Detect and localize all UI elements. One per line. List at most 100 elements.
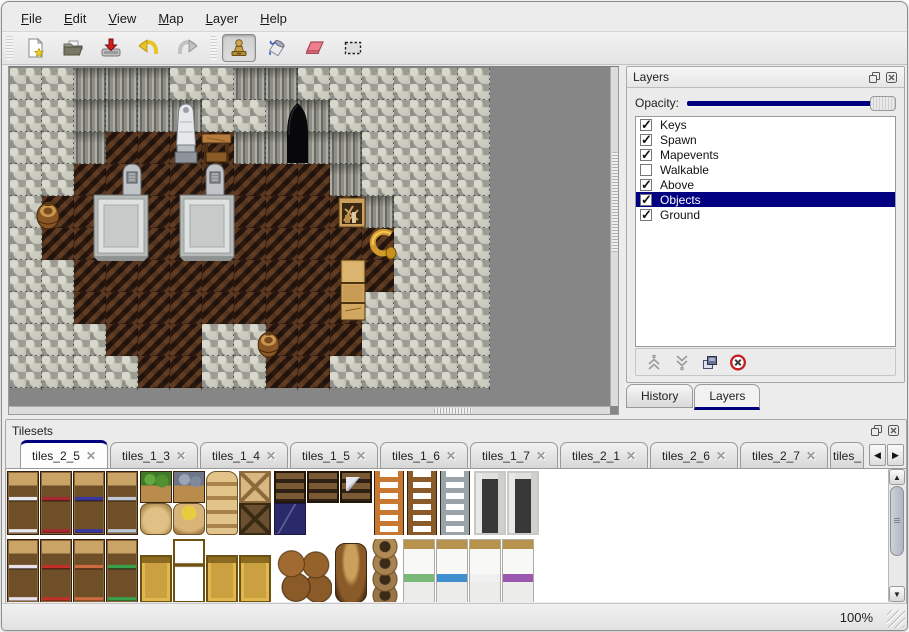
float-panel-icon[interactable] (868, 71, 881, 84)
map-tile[interactable] (330, 324, 362, 356)
tileset-tile-shelf[interactable] (40, 471, 72, 535)
tileset-tile-sack-open[interactable] (173, 503, 205, 535)
redo-button[interactable] (170, 34, 204, 62)
tileset-tile-crate-metal[interactable] (340, 471, 372, 503)
tileset-tab-tiles_1_5[interactable]: tiles_1_5✕ (290, 442, 378, 468)
map-tile[interactable] (202, 292, 234, 324)
dock-tab-history[interactable]: History (626, 384, 693, 408)
marquee-tool-button[interactable] (336, 34, 370, 62)
undo-button[interactable] (132, 34, 166, 62)
map-tile[interactable] (10, 164, 42, 196)
map-tile[interactable] (74, 292, 106, 324)
layer-visibility-checkbox[interactable] (640, 179, 652, 191)
map-tile[interactable] (202, 100, 234, 132)
close-tab-icon[interactable]: ✕ (536, 449, 546, 463)
map-horizontal-scroll-thumb[interactable] (434, 408, 472, 414)
map-tile[interactable] (106, 356, 138, 388)
layer-row-above[interactable]: Above (636, 177, 895, 192)
menu-file[interactable]: File (10, 7, 53, 30)
map-tile[interactable] (330, 164, 362, 196)
map-tile[interactable] (106, 324, 138, 356)
close-panel-icon[interactable] (887, 424, 900, 437)
tileset-tile-crate-dark[interactable] (274, 471, 306, 503)
map-tile[interactable] (266, 196, 298, 228)
map-tile[interactable] (106, 132, 138, 164)
map-tile[interactable] (426, 68, 458, 100)
map-tile[interactable] (170, 324, 202, 356)
toolbar-drag-handle[interactable] (210, 36, 217, 60)
map-tile[interactable] (42, 68, 74, 100)
fill-tool-button[interactable] (260, 34, 294, 62)
grave-map-object[interactable] (203, 162, 227, 196)
map-tile[interactable] (394, 324, 426, 356)
close-tab-icon[interactable]: ✕ (266, 449, 276, 463)
map-vertical-scroll-thumb[interactable] (612, 152, 618, 252)
scroll-tabs-left-button[interactable]: ◀ (869, 444, 886, 466)
float-panel-icon[interactable] (870, 424, 883, 437)
tileset-tile-gate[interactable] (507, 471, 539, 535)
map-tile[interactable] (330, 132, 362, 164)
tileset-tile-stand-fish[interactable] (173, 471, 205, 503)
map-tile[interactable] (234, 196, 266, 228)
new-file-button[interactable] (18, 34, 52, 62)
map-tile[interactable] (138, 292, 170, 324)
open-file-button[interactable] (56, 34, 90, 62)
tileset-tile-navy[interactable] (274, 503, 306, 535)
eraser-tool-button[interactable] (298, 34, 332, 62)
tileset-vertical-scrollbar[interactable]: ▲ ▼ (888, 469, 905, 602)
menu-view[interactable]: View (97, 7, 147, 30)
tileset-tab-tiles_[interactable]: tiles_ (830, 442, 864, 468)
map-tile[interactable] (426, 132, 458, 164)
tileset-tile-bed[interactable] (403, 539, 435, 602)
map-tile[interactable] (458, 260, 490, 292)
close-tab-icon[interactable]: ✕ (626, 449, 636, 463)
map-tile[interactable] (426, 164, 458, 196)
map-tile[interactable] (170, 292, 202, 324)
tileset-tile-pots[interactable] (369, 539, 401, 602)
tileset-tile-sack-pile[interactable] (206, 471, 238, 535)
tileset-tile-shelf[interactable] (106, 471, 138, 535)
tileset-tile-shelf2[interactable] (106, 539, 138, 602)
map-tile[interactable] (298, 228, 330, 260)
opacity-slider[interactable] (687, 95, 896, 111)
tileset-tab-tiles_1_6[interactable]: tiles_1_6✕ (380, 442, 468, 468)
map-tile[interactable] (138, 260, 170, 292)
map-tile[interactable] (362, 260, 394, 292)
map-tile[interactable] (74, 100, 106, 132)
map-tile[interactable] (426, 196, 458, 228)
map-tile[interactable] (458, 228, 490, 260)
tileset-tile-ladder[interactable] (407, 471, 437, 535)
map-horizontal-scrollbar[interactable] (9, 406, 610, 414)
map-tile[interactable] (394, 100, 426, 132)
map-tile[interactable] (74, 164, 106, 196)
map-tile[interactable] (298, 164, 330, 196)
map-tile[interactable] (298, 292, 330, 324)
map-tile[interactable] (394, 356, 426, 388)
tileset-tab-tiles_1_4[interactable]: tiles_1_4✕ (200, 442, 288, 468)
map-tile[interactable] (298, 324, 330, 356)
map-tile[interactable] (234, 292, 266, 324)
map-vertical-scrollbar[interactable] (610, 67, 618, 406)
map-tile[interactable] (266, 68, 298, 100)
layer-row-mapevents[interactable]: Mapevents (636, 147, 895, 162)
map-tile[interactable] (458, 68, 490, 100)
map-canvas[interactable] (10, 68, 490, 392)
tileset-tile-shelf2[interactable] (73, 539, 105, 602)
map-tile[interactable] (426, 324, 458, 356)
map-tile[interactable] (330, 68, 362, 100)
layer-visibility-checkbox[interactable] (640, 194, 652, 206)
tileset-tile-crate-open[interactable] (140, 555, 172, 602)
map-tile[interactable] (74, 356, 106, 388)
map-tile[interactable] (10, 356, 42, 388)
map-tile[interactable] (426, 356, 458, 388)
map-tile[interactable] (202, 356, 234, 388)
close-tab-icon[interactable]: ✕ (446, 449, 456, 463)
layer-row-ground[interactable]: Ground (636, 207, 895, 222)
layer-visibility-checkbox[interactable] (640, 119, 652, 131)
map-tile[interactable] (106, 260, 138, 292)
map-tile[interactable] (74, 68, 106, 100)
map-tile[interactable] (170, 164, 202, 196)
layer-row-objects[interactable]: Objects (636, 192, 895, 207)
map-tile[interactable] (426, 228, 458, 260)
dock-tab-layers[interactable]: Layers (694, 384, 760, 410)
